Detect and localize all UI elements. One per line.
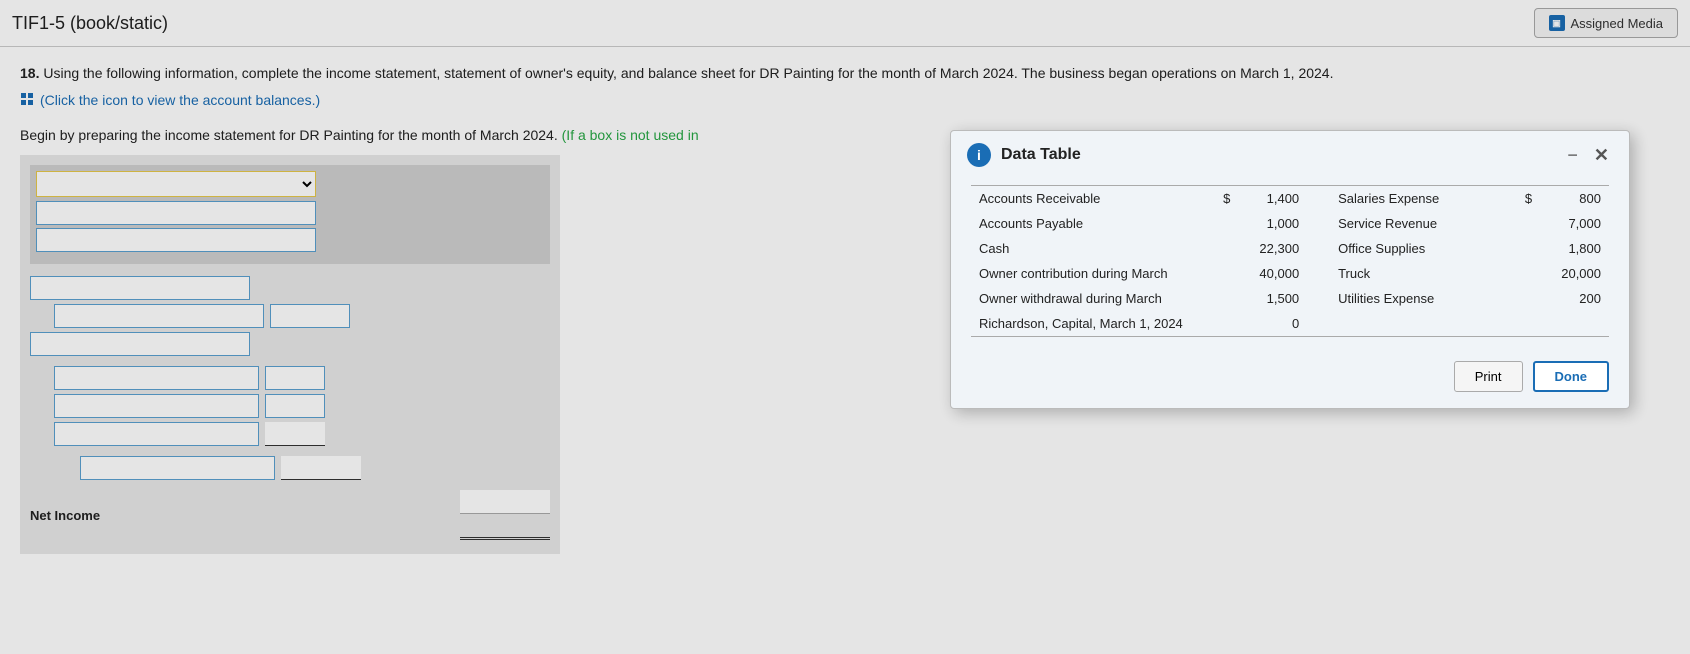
- print-button[interactable]: Print: [1454, 361, 1523, 392]
- right-amount: 20,000: [1540, 261, 1609, 286]
- modal-footer: Print Done: [951, 353, 1629, 408]
- right-label: Utilities Expense: [1330, 286, 1513, 311]
- right-dollar: [1514, 286, 1541, 311]
- left-label: Cash: [971, 236, 1212, 261]
- right-amount: 800: [1540, 186, 1609, 212]
- right-label: Office Supplies: [1330, 236, 1513, 261]
- left-dollar: [1212, 261, 1239, 286]
- left-dollar: [1212, 211, 1239, 236]
- right-amount: 1,800: [1540, 236, 1609, 261]
- close-button[interactable]: ✕: [1590, 145, 1613, 166]
- table-row: Owner contribution during March 40,000 T…: [971, 261, 1609, 286]
- modal-body: Accounts Receivable $ 1,400 Salaries Exp…: [951, 175, 1629, 353]
- right-label: Service Revenue: [1330, 211, 1513, 236]
- right-dollar: $: [1514, 186, 1541, 212]
- right-dollar: [1514, 261, 1541, 286]
- left-label: Richardson, Capital, March 1, 2024: [971, 311, 1212, 337]
- minimize-button[interactable]: −: [1563, 146, 1582, 164]
- right-label: Truck: [1330, 261, 1513, 286]
- done-button[interactable]: Done: [1533, 361, 1610, 392]
- modal-title: Data Table: [1001, 146, 1553, 164]
- left-amount: 40,000: [1238, 261, 1307, 286]
- data-table-modal: i Data Table − ✕ Accounts Receivable $ 1…: [950, 130, 1630, 409]
- right-amount: 200: [1540, 286, 1609, 311]
- right-dollar: [1514, 211, 1541, 236]
- left-dollar: [1212, 286, 1239, 311]
- left-dollar: [1212, 236, 1239, 261]
- table-row: Cash 22,300 Office Supplies 1,800: [971, 236, 1609, 261]
- right-amount: 7,000: [1540, 211, 1609, 236]
- right-label: Salaries Expense: [1330, 186, 1513, 212]
- info-icon: i: [967, 143, 991, 167]
- left-amount: 22,300: [1238, 236, 1307, 261]
- data-table: Accounts Receivable $ 1,400 Salaries Exp…: [971, 185, 1609, 337]
- left-amount: 1,500: [1238, 286, 1307, 311]
- left-label: Accounts Payable: [971, 211, 1212, 236]
- left-dollar: [1212, 311, 1239, 337]
- modal-overlay: i Data Table − ✕ Accounts Receivable $ 1…: [0, 0, 1690, 654]
- left-label: Owner contribution during March: [971, 261, 1212, 286]
- left-amount: 1,000: [1238, 211, 1307, 236]
- right-label: [1330, 311, 1513, 337]
- left-amount: 1,400: [1238, 186, 1307, 212]
- right-dollar: [1514, 311, 1541, 337]
- left-amount: 0: [1238, 311, 1307, 337]
- table-row: Accounts Payable 1,000 Service Revenue 7…: [971, 211, 1609, 236]
- left-label: Owner withdrawal during March: [971, 286, 1212, 311]
- modal-header: i Data Table − ✕: [951, 131, 1629, 175]
- table-row: Owner withdrawal during March 1,500 Util…: [971, 286, 1609, 311]
- modal-controls: − ✕: [1563, 145, 1613, 166]
- right-amount: [1540, 311, 1609, 337]
- left-label: Accounts Receivable: [971, 186, 1212, 212]
- right-dollar: [1514, 236, 1541, 261]
- table-row: Richardson, Capital, March 1, 2024 0: [971, 311, 1609, 337]
- table-row: Accounts Receivable $ 1,400 Salaries Exp…: [971, 186, 1609, 212]
- left-dollar: $: [1212, 186, 1239, 212]
